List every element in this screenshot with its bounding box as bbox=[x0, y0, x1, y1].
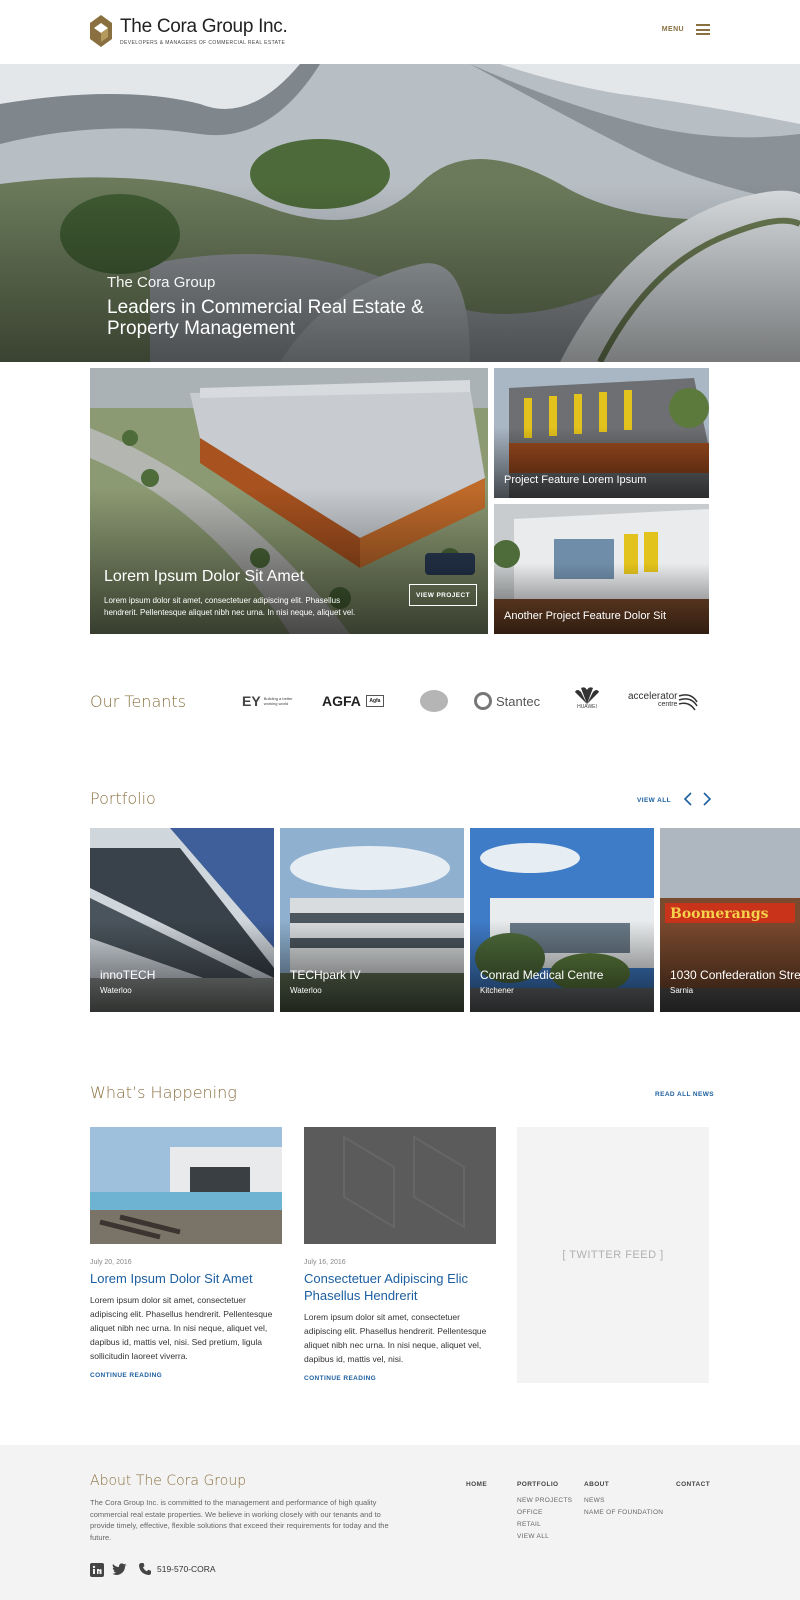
chevron-right-icon[interactable] bbox=[700, 791, 714, 807]
footer-about-title: About The Cora Group bbox=[90, 1473, 247, 1489]
footer-nav-contact[interactable]: CONTACT bbox=[676, 1481, 710, 1488]
side-feature-title: Project Feature Lorem Ipsum bbox=[504, 474, 647, 486]
linkedin-icon[interactable] bbox=[90, 1563, 104, 1582]
portfolio-card-city: Waterloo bbox=[100, 986, 132, 995]
news-image[interactable] bbox=[90, 1127, 282, 1244]
footer-nav-portfolio[interactable]: PORTFOLIO bbox=[517, 1481, 559, 1488]
footer-nav-about[interactable]: ABOUT bbox=[584, 1481, 609, 1488]
portfolio-card-title: Conrad Medical Centre bbox=[480, 968, 604, 982]
logo-name: The Cora Group Inc. bbox=[120, 15, 288, 37]
portfolio-card[interactable]: innoTECH Waterloo bbox=[90, 828, 274, 1012]
hero-title: Leaders in Commercial Real Estate & Prop… bbox=[107, 297, 424, 339]
portfolio-card-title: 1030 Confederation Street bbox=[670, 968, 800, 982]
news-body: Lorem ipsum dolor sit amet, consectetuer… bbox=[90, 1295, 273, 1361]
hero-eyebrow: The Cora Group bbox=[107, 274, 216, 291]
portfolio-card-city: Waterloo bbox=[290, 986, 322, 995]
footer-nav-item[interactable]: NAME OF FOUNDATION bbox=[584, 1509, 663, 1516]
hero-banner: The Cora Group Leaders in Commercial Rea… bbox=[0, 64, 800, 362]
portfolio-card-title: innoTECH bbox=[100, 968, 156, 982]
hamburger-icon bbox=[696, 24, 710, 35]
news-date: July 16, 2016 bbox=[304, 1259, 346, 1266]
featured-project-main[interactable]: Lorem Ipsum Dolor Sit Amet Lorem ipsum d… bbox=[90, 368, 488, 634]
tenant-logo-accelerator: accelerator centre bbox=[628, 686, 699, 716]
portfolio-card[interactable]: Conrad Medical Centre Kitchener bbox=[470, 828, 654, 1012]
portfolio-view-all-link[interactable]: VIEW ALL bbox=[637, 797, 671, 804]
tenant-logo-circle bbox=[420, 690, 448, 712]
placeholder-pattern-icon bbox=[304, 1127, 496, 1244]
read-all-news-link[interactable]: READ ALL NEWS bbox=[655, 1091, 714, 1098]
menu-label: MENU bbox=[661, 26, 684, 33]
portfolio-card[interactable]: TECHpark IV Waterloo bbox=[280, 828, 464, 1012]
tenants-heading: Our Tenants bbox=[90, 692, 186, 711]
featured-project-description: Lorem ipsum dolor sit amet, consectetuer… bbox=[104, 596, 356, 617]
menu-button[interactable]: MENU bbox=[662, 24, 710, 35]
footer-nav-item[interactable]: RETAIL bbox=[517, 1521, 541, 1528]
news-date: July 20, 2016 bbox=[90, 1259, 132, 1266]
footer-nav-item[interactable]: NEW PROJECTS bbox=[517, 1497, 572, 1504]
logo[interactable]: The Cora Group Inc. DEVELOPERS & MANAGER… bbox=[90, 15, 288, 47]
news-heading: What’s Happening bbox=[90, 1083, 237, 1102]
portfolio-card-city: Sarnia bbox=[670, 986, 694, 995]
logo-tagline: DEVELOPERS & MANAGERS OF COMMERCIAL REAL… bbox=[120, 39, 286, 46]
phone-number[interactable]: 519-570-CORA bbox=[157, 1564, 216, 1574]
site-header: The Cora Group Inc. DEVELOPERS & MANAGER… bbox=[0, 0, 800, 64]
footer-about-text: The Cora Group Inc. is committed to the … bbox=[90, 1498, 389, 1542]
continue-reading-link[interactable]: CONTINUE READING bbox=[304, 1375, 376, 1382]
footer-nav-item[interactable]: VIEW ALL bbox=[517, 1533, 549, 1540]
news-image[interactable] bbox=[304, 1127, 496, 1244]
phone-icon[interactable] bbox=[138, 1562, 152, 1581]
huawei-petal-icon bbox=[575, 687, 599, 704]
site-footer: About The Cora Group The Cora Group Inc.… bbox=[0, 1445, 800, 1600]
news-body: Lorem ipsum dolor sit amet, consectetuer… bbox=[304, 1312, 487, 1364]
footer-nav-home[interactable]: HOME bbox=[466, 1481, 487, 1488]
footer-nav-item[interactable]: NEWS bbox=[584, 1497, 605, 1504]
tenant-logo-huawei: HUAWEI bbox=[573, 686, 601, 716]
accelerator-swoosh-icon bbox=[679, 694, 699, 711]
featured-project-side-2[interactable]: Another Project Feature Dolor Sit bbox=[494, 504, 709, 634]
chevron-left-icon[interactable] bbox=[681, 791, 695, 807]
side-feature-title: Another Project Feature Dolor Sit bbox=[504, 610, 667, 622]
continue-reading-link[interactable]: CONTINUE READING bbox=[90, 1372, 162, 1379]
view-project-button[interactable]: VIEW PROJECT bbox=[409, 584, 477, 606]
cora-logo-icon bbox=[90, 15, 112, 47]
twitter-feed-placeholder: [ TWITTER FEED ] bbox=[517, 1127, 709, 1383]
tenant-logo-stantec: Stantec bbox=[474, 686, 540, 716]
portfolio-card[interactable]: Boomerangs 1030 Confederation Street Sar… bbox=[660, 828, 800, 1012]
portfolio-card-title: TECHpark IV bbox=[290, 968, 361, 982]
portfolio-heading: Portfolio bbox=[90, 789, 156, 808]
twitter-icon[interactable] bbox=[112, 1563, 127, 1581]
news-title[interactable]: Lorem Ipsum Dolor Sit Amet bbox=[90, 1270, 282, 1287]
portfolio-card-city: Kitchener bbox=[480, 986, 514, 995]
tenant-logo-agfa: AGFA Agfa bbox=[322, 686, 384, 716]
featured-project-title: Lorem Ipsum Dolor Sit Amet bbox=[104, 568, 305, 585]
news-title[interactable]: Consectetuer Adipiscing Elic Phasellus H… bbox=[304, 1270, 496, 1304]
stantec-ring-icon bbox=[474, 692, 492, 710]
featured-project-side-1[interactable]: Project Feature Lorem Ipsum bbox=[494, 368, 709, 498]
footer-nav-item[interactable]: OFFICE bbox=[517, 1509, 543, 1516]
tenant-logo-ey: EY Building a better working world bbox=[242, 693, 293, 709]
